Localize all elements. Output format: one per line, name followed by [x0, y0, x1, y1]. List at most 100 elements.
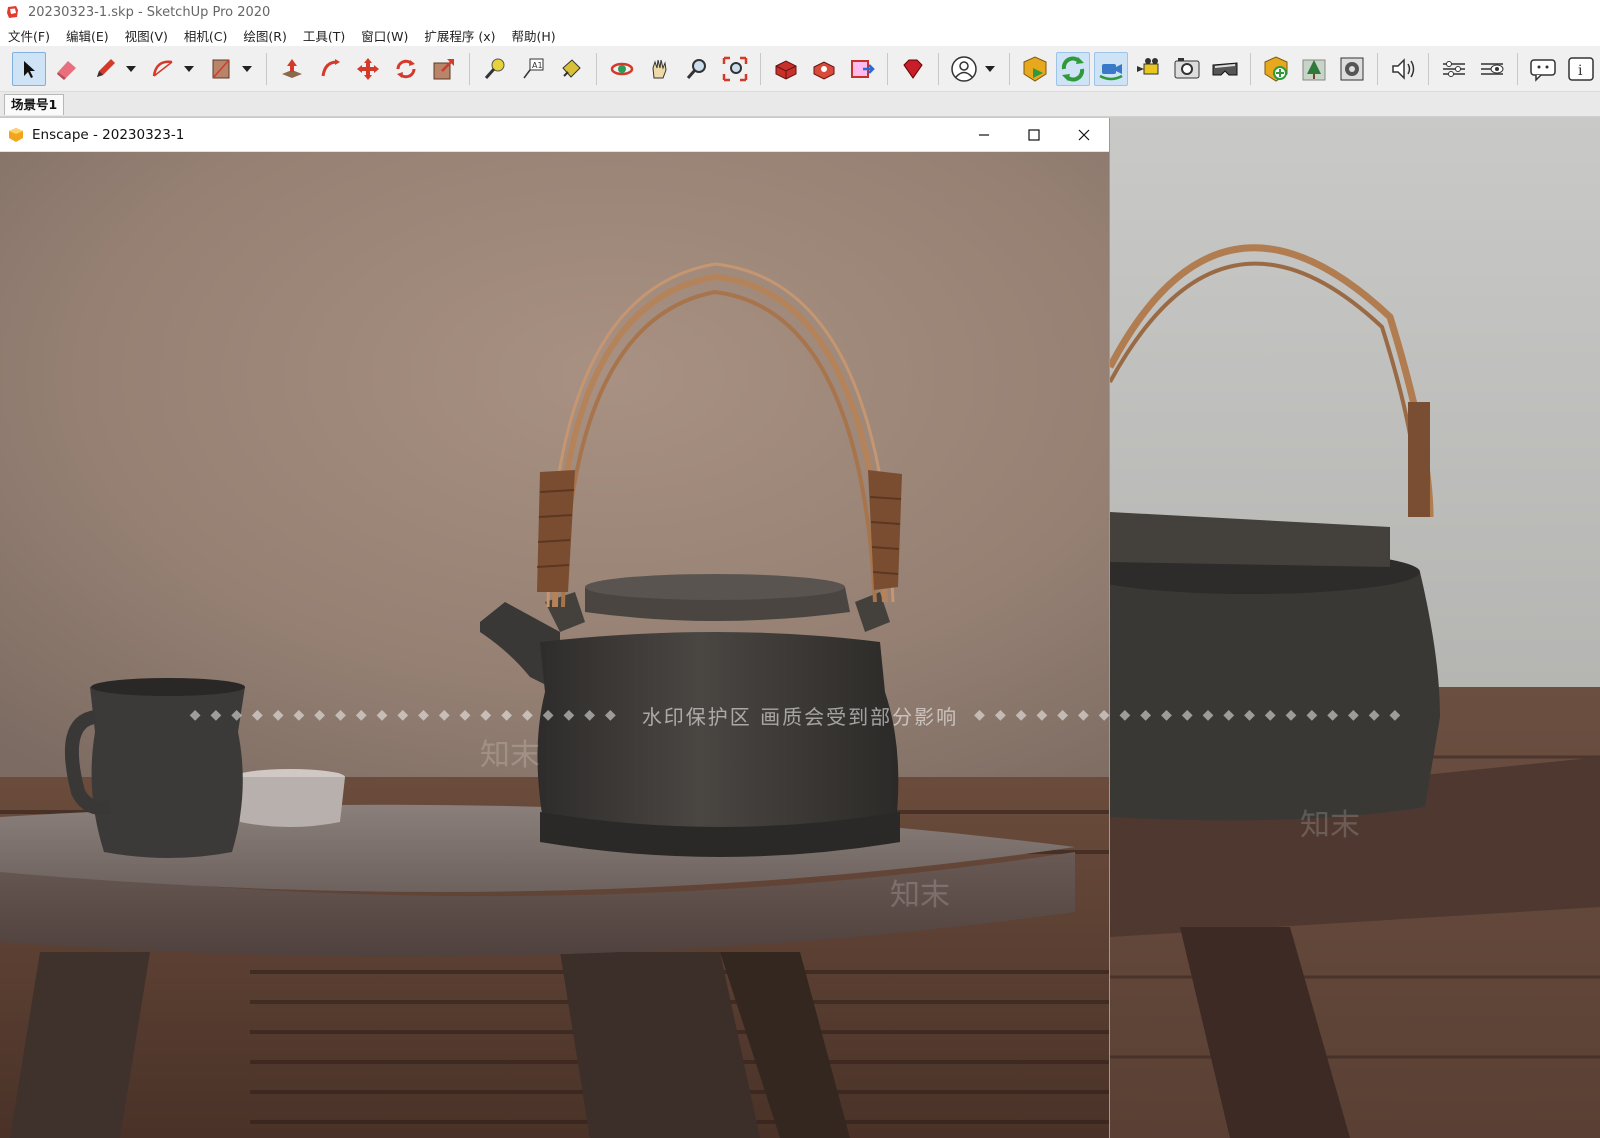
chevron-down-icon: [125, 65, 136, 72]
zoom-tool-button[interactable]: [680, 52, 714, 86]
enscape-render-settings-button[interactable]: [1335, 52, 1369, 86]
rectangle-tool-button[interactable]: [204, 52, 238, 86]
paint-bucket-tool-button[interactable]: [554, 52, 588, 86]
enscape-screenshot-icon: [1174, 57, 1200, 78]
zoom-extents-tool-button[interactable]: [718, 52, 752, 86]
menu-view[interactable]: 视图(V): [117, 26, 176, 45]
enscape-sync-button[interactable]: [1056, 51, 1091, 86]
window-controls: [959, 118, 1109, 151]
watermark-brand: 知末: [480, 738, 540, 773]
rectangle-icon: [212, 59, 230, 78]
orbit-tool-button[interactable]: [605, 52, 639, 86]
enscape-sync-views-button[interactable]: [1094, 51, 1129, 86]
enscape-settings-icon: [1442, 60, 1465, 77]
enscape-material-editor-button[interactable]: [1297, 52, 1331, 86]
enscape-visual-settings-icon: [1480, 62, 1504, 75]
enscape-screenshot-button[interactable]: [1170, 52, 1204, 86]
follow-me-tool-button[interactable]: [313, 52, 347, 86]
tape-measure-tool-button[interactable]: [478, 52, 512, 86]
enscape-vr-button[interactable]: [1208, 52, 1242, 86]
enscape-window: Enscape - 20230323-1: [0, 118, 1110, 1138]
enscape-sync-views-icon: [1099, 63, 1123, 80]
shape-dropdown[interactable]: [240, 52, 254, 86]
menu-extensions[interactable]: 扩展程序 (x): [416, 26, 503, 45]
scene-tab-strip: 场景号1: [0, 92, 1600, 117]
enscape-feedback-button[interactable]: [1526, 52, 1560, 86]
menu-camera[interactable]: 相机(C): [176, 26, 235, 45]
maximize-button[interactable]: [1009, 118, 1059, 151]
enscape-titlebar[interactable]: Enscape - 20230323-1: [0, 118, 1109, 152]
send-to-layout-button[interactable]: [845, 52, 879, 86]
text-tool-button[interactable]: A1: [516, 52, 550, 86]
enscape-sound-button[interactable]: [1386, 52, 1420, 86]
toolbar-separator: [1250, 52, 1252, 85]
close-button[interactable]: [1059, 118, 1109, 151]
scale-tool-button[interactable]: [427, 52, 461, 86]
toolbar-separator: [1009, 52, 1011, 85]
menu-draw[interactable]: 绘图(R): [235, 26, 294, 45]
pencil-tool-button[interactable]: [88, 52, 122, 86]
layout-icon: [851, 59, 876, 78]
toolbar-separator: [1427, 52, 1429, 85]
maximize-icon: [1028, 128, 1040, 141]
minimize-button[interactable]: [959, 118, 1009, 151]
arc-dropdown[interactable]: [182, 52, 196, 86]
follow-me-icon: [321, 58, 340, 76]
menu-file[interactable]: 文件(F): [0, 26, 58, 45]
user-dropdown[interactable]: [983, 52, 997, 86]
menu-tools[interactable]: 工具(T): [295, 26, 353, 45]
toolbar-separator: [760, 52, 762, 85]
zoom-icon: [687, 58, 707, 79]
enscape-render-viewport[interactable]: [0, 152, 1109, 1138]
watermark-brand: 知末: [890, 878, 950, 913]
zoom-extents-icon: [723, 56, 748, 81]
user-icon: [951, 55, 978, 82]
extension-warehouse-button[interactable]: [807, 52, 841, 86]
menu-help[interactable]: 帮助(H): [504, 26, 564, 45]
watermark-brand: 知末: [1300, 808, 1360, 843]
menu-window[interactable]: 窗口(W): [353, 26, 416, 45]
toolbar-separator: [1516, 52, 1518, 85]
enscape-sync-icon: [1062, 56, 1085, 81]
paint-bucket-icon: [561, 58, 581, 78]
enscape-asset-library-button[interactable]: [1259, 52, 1293, 86]
menu-edit[interactable]: 编辑(E): [58, 26, 117, 45]
enscape-asset-library-icon: [1264, 55, 1288, 82]
rotate-icon: [396, 59, 416, 78]
scene-tab[interactable]: 场景号1: [4, 94, 65, 115]
enscape-logo-icon: [9, 127, 23, 142]
toolbar-separator: [938, 52, 940, 85]
enscape-start-icon: [1023, 55, 1047, 82]
rotate-tool-button[interactable]: [389, 52, 423, 86]
ruby-console-button[interactable]: [896, 52, 930, 86]
select-tool-button[interactable]: [12, 51, 46, 86]
push-pull-tool-button[interactable]: [275, 52, 309, 86]
select-icon: [23, 60, 35, 78]
pencil-dropdown[interactable]: [124, 52, 138, 86]
svg-text:A1: A1: [532, 61, 543, 70]
user-account-button[interactable]: [947, 52, 981, 86]
enscape-start-button[interactable]: [1018, 52, 1052, 86]
main-toolbar: A1 i: [0, 46, 1600, 92]
enscape-render-settings-icon: [1340, 57, 1364, 80]
enscape-settings-button[interactable]: [1437, 52, 1471, 86]
arc-tool-button[interactable]: [146, 52, 180, 86]
toolbar-separator: [887, 52, 889, 85]
minimize-icon: [979, 133, 989, 136]
enscape-video-editor-button[interactable]: [1132, 52, 1166, 86]
toolbar-separator: [265, 52, 267, 85]
window-title: 20230323-1.skp - SketchUp Pro 2020: [28, 4, 271, 20]
ruby-icon: [903, 59, 923, 79]
eraser-tool-button[interactable]: [50, 52, 84, 86]
3d-warehouse-button[interactable]: [769, 52, 803, 86]
sketchup-app-icon: [7, 6, 18, 18]
pan-tool-button[interactable]: [643, 52, 677, 86]
rendered-scene: [0, 152, 1109, 1138]
enscape-about-button[interactable]: i: [1564, 52, 1598, 86]
extension-warehouse-icon: [813, 60, 835, 80]
warehouse-icon: [775, 59, 797, 80]
toolbar-separator: [595, 52, 597, 85]
move-tool-button[interactable]: [351, 52, 385, 86]
enscape-sound-icon: [1392, 57, 1415, 80]
enscape-visual-settings-button[interactable]: [1475, 52, 1509, 86]
